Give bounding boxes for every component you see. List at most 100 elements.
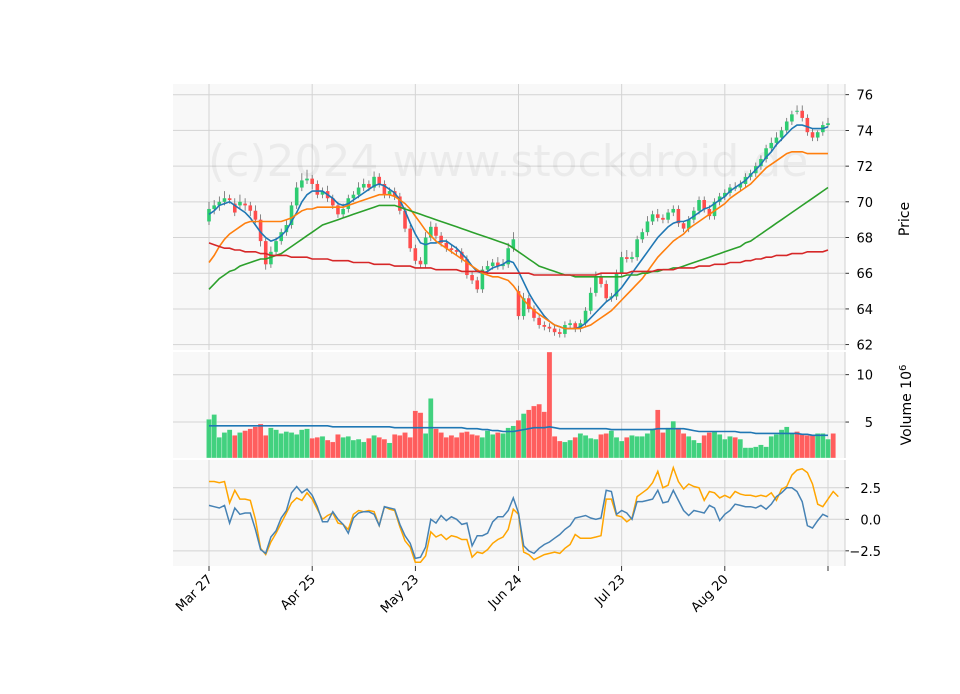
volume-bar (680, 433, 687, 459)
volume-bar (644, 433, 651, 459)
volume-bar (675, 427, 682, 459)
candle-up (784, 121, 789, 131)
volume-bar (742, 447, 749, 459)
candle-up (645, 221, 650, 233)
oscillator-panel-background (173, 460, 845, 566)
volume-bar (232, 435, 238, 459)
candle-down (449, 248, 454, 251)
volume-bar (459, 432, 465, 459)
volume-bar (722, 438, 728, 459)
volume-bar (753, 446, 759, 459)
candle-up (568, 323, 572, 326)
volume-bar (557, 440, 563, 459)
volume-bar (376, 437, 382, 459)
candle-down (253, 210, 258, 220)
volume-bar (763, 446, 769, 459)
candle-down (470, 275, 474, 281)
volume-bar (391, 434, 398, 459)
volume-bar (804, 435, 811, 459)
volume-axis-label: Volume 106 (898, 365, 916, 446)
volume-bar (711, 431, 718, 459)
candle-up (305, 178, 309, 181)
volume-bar (474, 435, 480, 459)
volume-bar (577, 433, 584, 459)
volume-bar (814, 433, 821, 459)
volume-bar (587, 437, 594, 459)
volume-bar (665, 427, 671, 459)
volume-bar (469, 434, 475, 459)
candle-down (475, 280, 480, 290)
volume-bar (237, 432, 243, 459)
candle-up (826, 123, 830, 126)
x-tick-label: Jul 23 (591, 572, 628, 609)
volume-bar (567, 439, 573, 459)
volume-bar (773, 434, 780, 459)
candle-up (671, 208, 676, 213)
volume-bar (716, 434, 723, 459)
volume-bar (211, 414, 217, 459)
volume-bar (603, 433, 609, 459)
chart-canvas: (c)2024 www.stockdroid.de Mar 27 Apr 25 Ma… (173, 84, 916, 616)
volume-bar (299, 429, 305, 459)
candle-up (222, 198, 227, 202)
candle-down (800, 110, 805, 118)
candle-down (681, 223, 686, 229)
x-tick-label: Jun 24 (485, 572, 525, 612)
volume-bar (541, 411, 548, 459)
volume-bar (216, 437, 223, 459)
candle-down (310, 178, 314, 184)
volume-bar (355, 438, 362, 459)
x-tick-label: Mar 27 (173, 572, 216, 615)
volume-bar (495, 432, 501, 459)
volume-bar (453, 437, 460, 459)
volume-bar (598, 434, 604, 459)
candle-up (356, 187, 361, 195)
candle-down (599, 276, 603, 284)
price-panel-background (173, 84, 845, 350)
volume-bar (629, 435, 635, 459)
candle-up (650, 214, 655, 222)
volume-bar (784, 426, 790, 459)
candle-up (300, 180, 304, 188)
candle-down (227, 198, 232, 201)
volume-bar (618, 440, 625, 459)
volume-bar (319, 436, 326, 459)
candle-up (635, 239, 639, 258)
volume-bar (314, 437, 321, 459)
volume-bar (464, 431, 470, 459)
volume-bar (789, 433, 795, 459)
volume-bar (252, 426, 259, 459)
candle-down (367, 183, 371, 188)
volume-exponent: 6 (898, 365, 909, 371)
volume-bar (768, 436, 774, 459)
volume-bar (381, 438, 388, 459)
candle-up (815, 132, 820, 138)
candle-up (779, 130, 784, 138)
volume-bar (226, 429, 233, 459)
candle-up (795, 110, 799, 112)
volume-bar (484, 430, 491, 459)
volume-bar (691, 439, 697, 459)
watermark-text: (c)2024 www.stockdroid.de (208, 136, 808, 187)
volume-bar (531, 405, 537, 459)
volume-bar (830, 433, 836, 459)
candle-down (661, 217, 665, 220)
volume-bar (794, 431, 800, 459)
volume-bar (304, 428, 310, 459)
volume-bar (639, 436, 646, 459)
volume-bar (809, 435, 816, 459)
candle-down (557, 332, 562, 334)
price-tick-label: 62 (856, 339, 873, 354)
volume-bar (593, 438, 599, 459)
volume-bar (345, 436, 352, 459)
volume-bar (324, 439, 331, 459)
volume-bar (758, 444, 764, 459)
volume-bar (361, 441, 367, 459)
volume-bar (747, 447, 754, 459)
stock-chart: (c)2024 www.stockdroid.de Mar 27 Apr 25 Ma… (0, 0, 960, 690)
oscillator-tick-label: 2.5 (860, 482, 881, 497)
volume-bar (273, 429, 279, 459)
x-tick-label: Aug 20 (688, 572, 731, 615)
volume-tick-label: 10 (856, 369, 873, 384)
volume-bar (520, 413, 527, 459)
